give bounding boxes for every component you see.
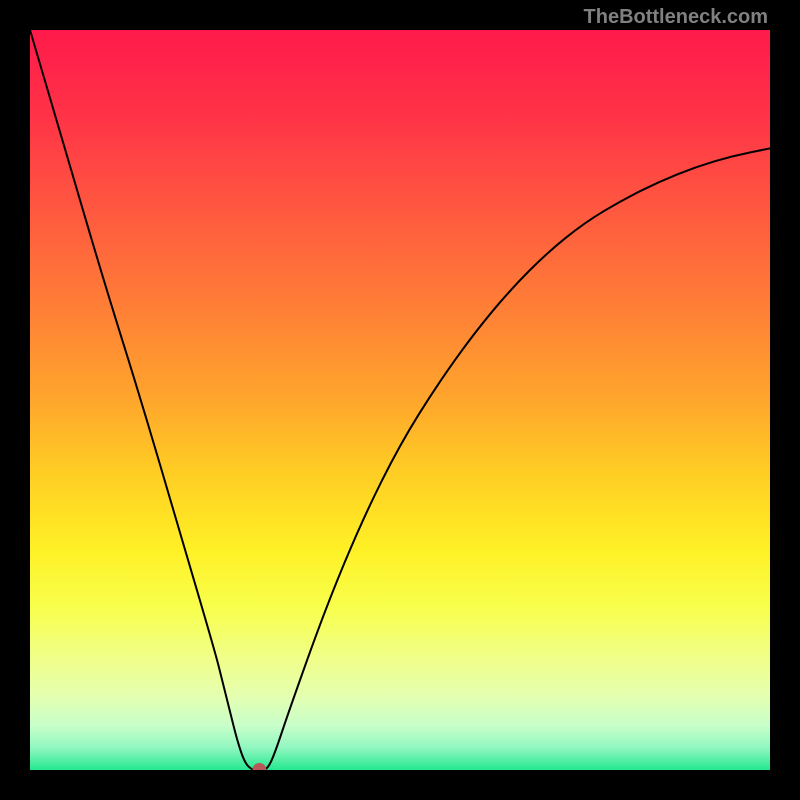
chart-container: TheBottleneck.com	[0, 0, 800, 800]
optimal-point-marker	[252, 763, 266, 770]
bottleneck-curve	[30, 30, 770, 770]
curve-layer	[30, 30, 770, 770]
watermark-label: TheBottleneck.com	[584, 6, 768, 29]
plot-area	[30, 30, 770, 770]
